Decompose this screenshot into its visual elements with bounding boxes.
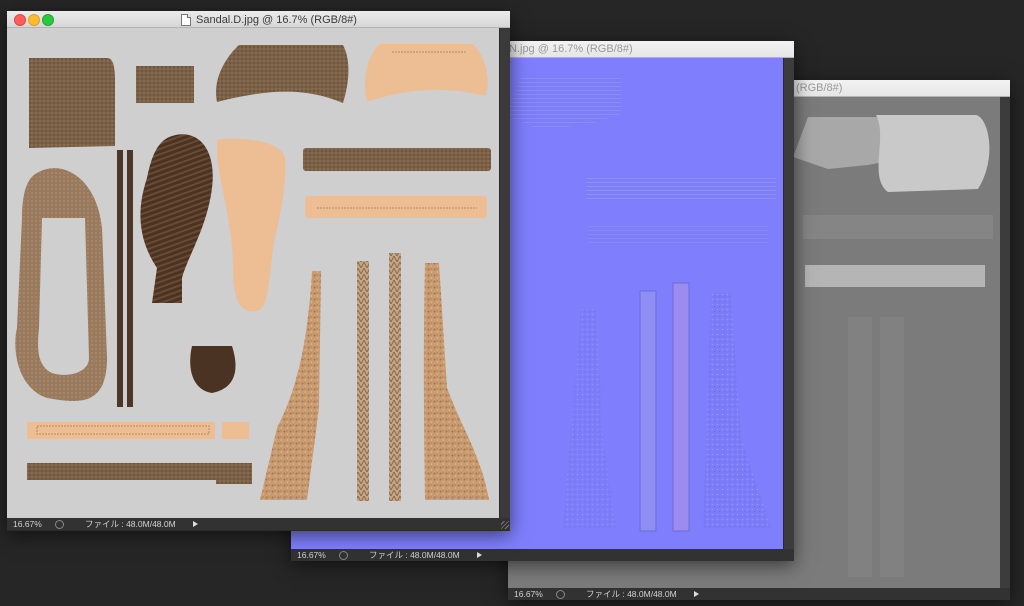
texture-strip-fabric-short xyxy=(216,463,252,484)
minimize-button[interactable] xyxy=(28,14,40,26)
window-title: (RGB/8#) xyxy=(796,82,843,94)
vertical-scrollbar[interactable] xyxy=(784,58,794,549)
texture-patch-small xyxy=(136,66,194,103)
strip-normal xyxy=(639,290,657,532)
strip-map-2 xyxy=(880,317,904,577)
texture-thin-strap-1 xyxy=(117,150,123,407)
file-size-info: ファイル : 48.0M/48.0M xyxy=(586,589,677,599)
vertical-scrollbar[interactable] xyxy=(1000,97,1010,588)
file-size-info: ファイル : 48.0M/48.0M xyxy=(369,550,460,560)
status-info-icon[interactable] xyxy=(339,551,348,560)
document-canvas[interactable] xyxy=(7,28,499,519)
texture-braid-2 xyxy=(389,253,401,501)
zoom-level[interactable]: 16.67% xyxy=(514,588,543,600)
texture-strip-skin-long xyxy=(27,422,215,439)
status-menu-arrow-icon[interactable] xyxy=(193,521,198,527)
zoom-button[interactable] xyxy=(42,14,54,26)
zoom-level[interactable]: 16.67% xyxy=(13,518,42,530)
window-title: N.jpg @ 16.7% (RGB/8#) xyxy=(509,43,633,55)
texture-thin-strap-2 xyxy=(127,150,133,407)
status-bar: 16.67% ファイル : 48.0M/48.0M xyxy=(508,588,1010,600)
status-info-icon[interactable] xyxy=(556,590,565,599)
document-icon xyxy=(181,14,191,26)
strap-map-light xyxy=(876,115,990,192)
window-title-bar[interactable]: Sandal.D.jpg @ 16.7% (RGB/8#) xyxy=(7,11,510,28)
status-bar: 16.67% ファイル : 48.0M/48.0M xyxy=(291,549,794,561)
status-bar: 16.67% ファイル : 48.0M/48.0M xyxy=(7,518,510,530)
resize-grip[interactable] xyxy=(501,521,509,529)
band-map-dark xyxy=(803,215,993,239)
status-menu-arrow-icon[interactable] xyxy=(694,591,699,597)
strip-map xyxy=(848,317,872,577)
strip-normal-2 xyxy=(672,282,690,532)
texture-insole-block xyxy=(29,58,115,148)
band-normal xyxy=(586,178,776,200)
file-size-info: ファイル : 48.0M/48.0M xyxy=(85,519,176,529)
texture-strip-fabric-long xyxy=(27,463,221,480)
texture-strip-skin-short xyxy=(222,422,249,439)
vertical-scrollbar[interactable] xyxy=(500,28,510,519)
texture-band-fabric xyxy=(303,148,491,171)
band-map-light xyxy=(805,265,985,287)
window-title: Sandal.D.jpg @ 16.7% (RGB/8#) xyxy=(196,13,357,26)
zoom-level[interactable]: 16.67% xyxy=(297,549,326,561)
texture-braid-1 xyxy=(357,261,369,501)
status-info-icon[interactable] xyxy=(55,520,64,529)
band-normal-2 xyxy=(588,226,768,244)
close-button[interactable] xyxy=(14,14,26,26)
texture-band-skin xyxy=(305,196,487,218)
document-window-diffuse[interactable]: Sandal.D.jpg @ 16.7% (RGB/8#) 16.67% ファイ… xyxy=(7,11,510,531)
status-menu-arrow-icon[interactable] xyxy=(477,552,482,558)
